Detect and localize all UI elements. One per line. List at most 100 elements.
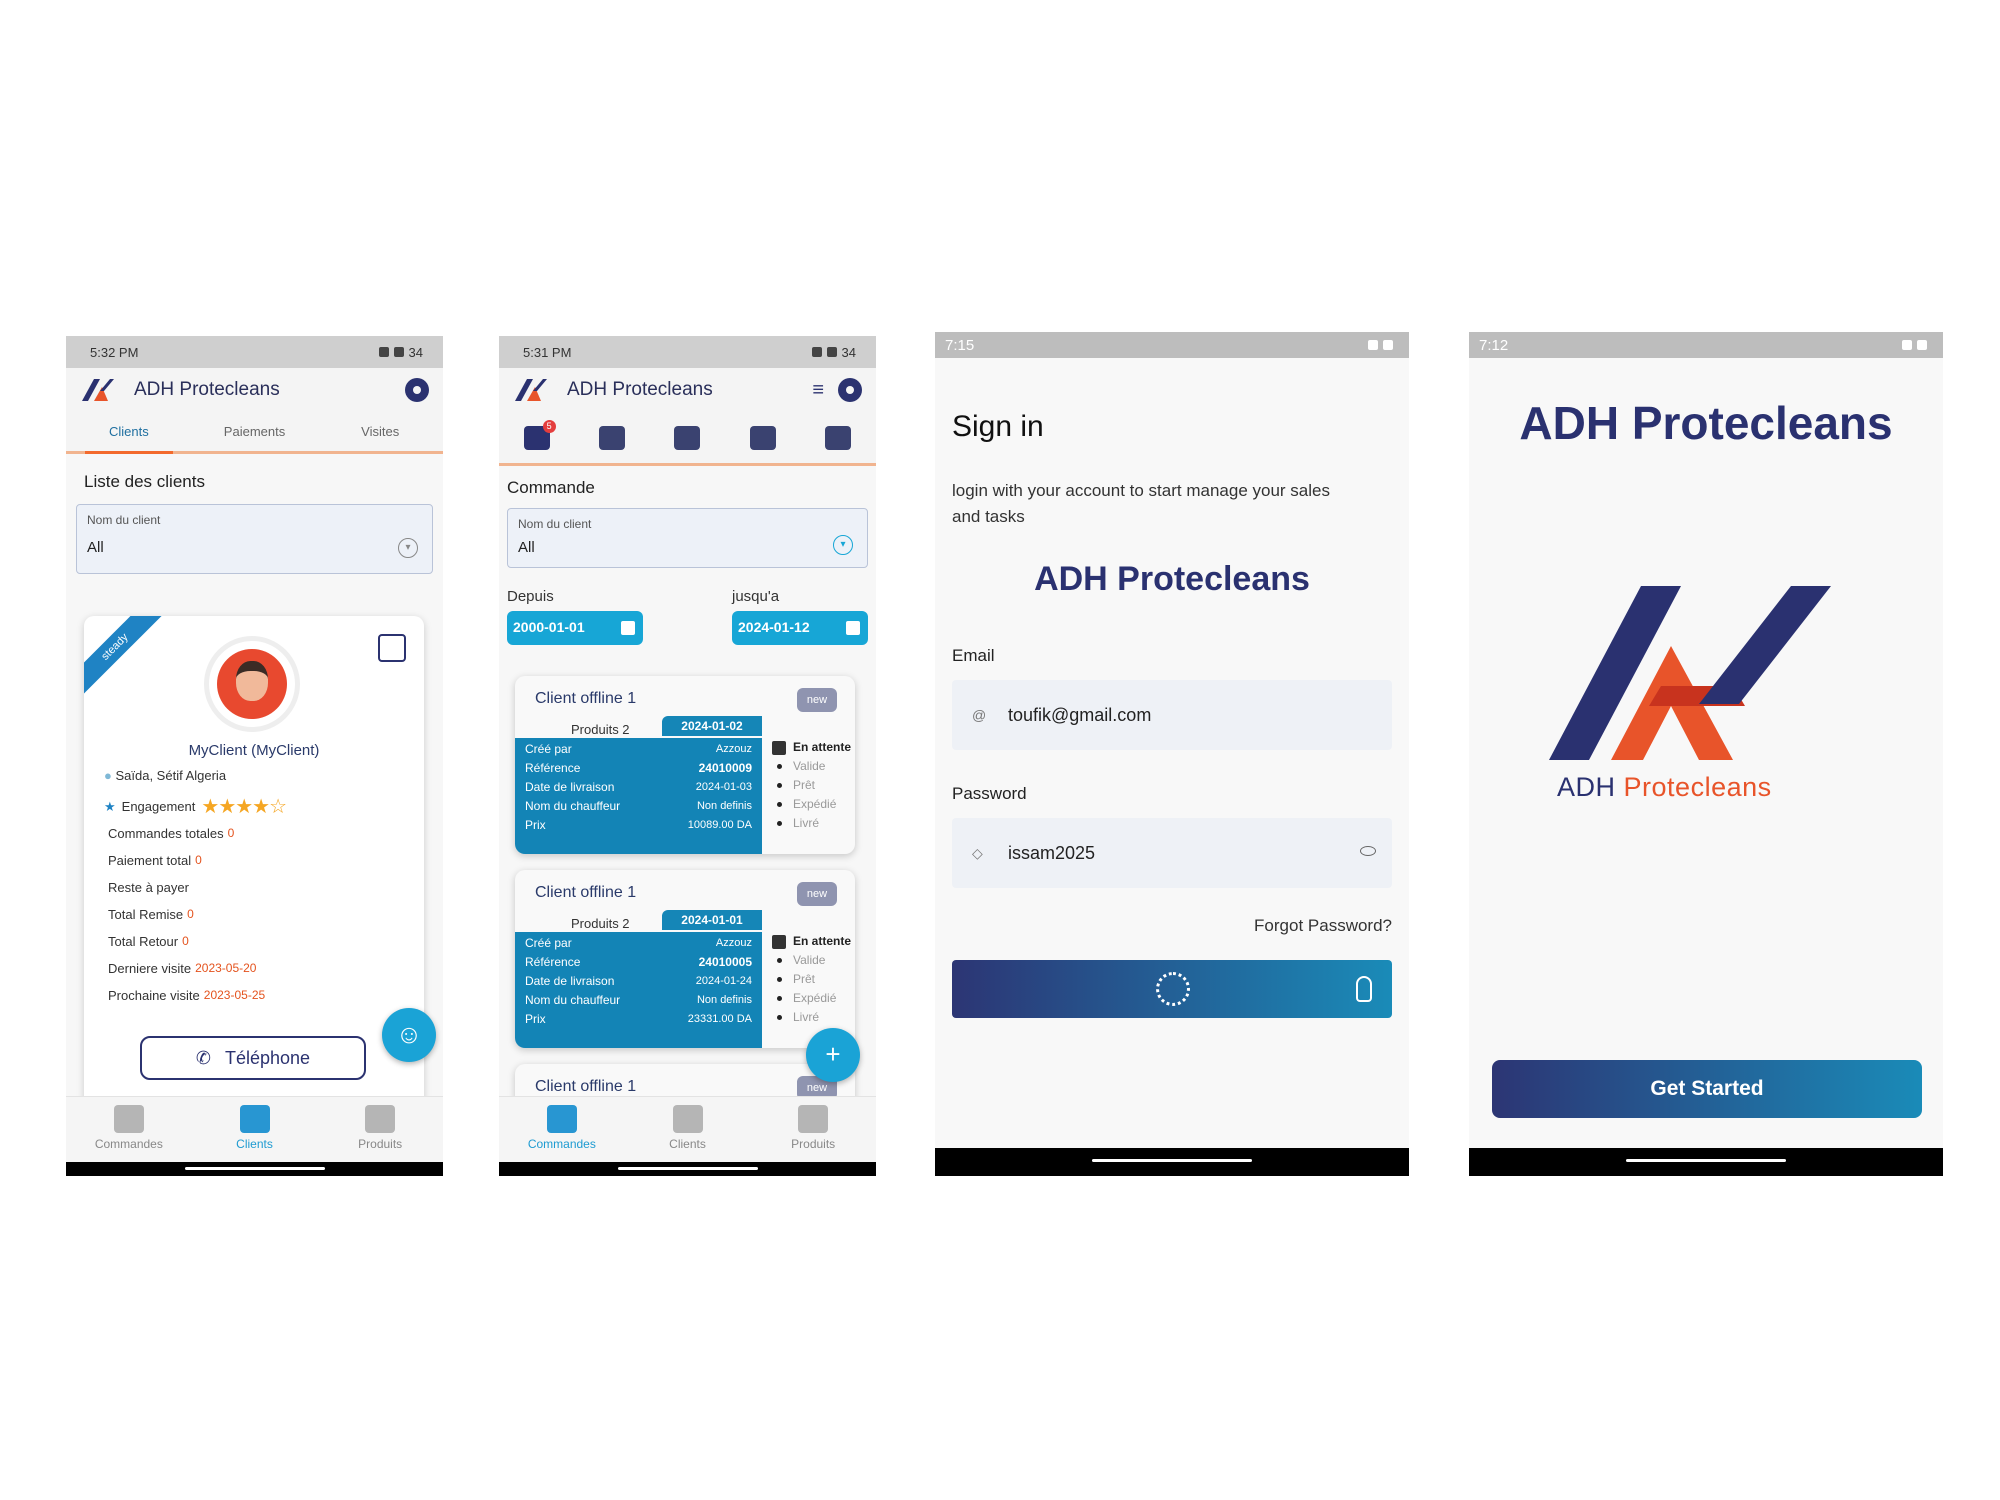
order-products-count: Produits 2	[571, 916, 630, 931]
from-date-picker[interactable]: 2000-01-01	[507, 611, 643, 645]
password-value: issam2025	[1008, 842, 1096, 863]
phone-button[interactable]: ✆ Téléphone	[140, 1036, 366, 1080]
login-button[interactable]	[952, 960, 1392, 1018]
sign-in-screen: 7:15 Sign in login with your account to …	[935, 332, 1409, 1176]
page-title: ADH Protecleans	[1519, 397, 1893, 449]
star-icon: ★	[104, 798, 116, 814]
app-bar: ADH Protecleans ≡	[499, 368, 876, 412]
order-status-badge: new	[797, 688, 837, 712]
tab-clients[interactable]: Clients	[66, 412, 192, 454]
users-icon	[672, 1105, 703, 1133]
nav-produits[interactable]: Produits	[750, 1097, 876, 1162]
order-client-name: Client offline 1	[535, 884, 637, 901]
filter-icon[interactable]: ≡	[812, 379, 824, 402]
order-client-name: Client offline 1	[535, 690, 637, 707]
settings-gear-icon[interactable]	[405, 378, 429, 402]
tab-paiements[interactable]: Paiements	[192, 412, 318, 451]
status-bar: 5:32 PM 34	[66, 336, 443, 368]
password-label: Password	[952, 784, 1027, 803]
bottom-nav: Commandes Clients Produits	[66, 1096, 443, 1162]
password-field[interactable]: ◇ issam2025	[952, 818, 1392, 888]
select-label: Nom du client	[87, 513, 161, 527]
eye-icon[interactable]	[1360, 846, 1376, 856]
email-label: Email	[952, 646, 995, 665]
add-visit-fab[interactable]: ☺	[382, 1008, 436, 1062]
client-name-select[interactable]: Nom du client All ▾	[507, 508, 868, 568]
select-label: Nom du client	[518, 517, 592, 531]
stat-row: Reste à payer	[108, 880, 189, 895]
tab-visites[interactable]: Visites	[317, 412, 443, 451]
get-started-button[interactable]: Get Started	[1492, 1060, 1922, 1118]
home-indicator	[66, 1162, 443, 1176]
page-title: Liste des clients	[84, 472, 205, 491]
app-title: ADH Protecleans	[567, 379, 713, 400]
order-products-count: Produits 2	[571, 722, 630, 737]
client-name-select[interactable]: Nom du client All ▾	[76, 504, 433, 574]
nav-produits[interactable]: Produits	[317, 1097, 443, 1162]
chevron-down-icon: ▾	[833, 535, 853, 555]
nav-clients[interactable]: Clients	[625, 1097, 751, 1162]
order-status-timeline: En attente Valide Prêt Expédié Livré	[771, 738, 851, 833]
nav-commandes[interactable]: Commandes	[499, 1097, 625, 1162]
nav-commandes[interactable]: Commandes	[66, 1097, 192, 1162]
to-label: jusqu'a	[732, 588, 780, 605]
edit-icon[interactable]	[378, 634, 406, 662]
tab-boxes-icon[interactable]	[749, 425, 776, 450]
stat-row: Derniere visite 2023-05-20	[108, 961, 257, 976]
loading-spinner-icon	[1156, 972, 1190, 1006]
at-sign-icon: @	[972, 707, 987, 723]
user-plus-icon: ☺	[395, 1019, 423, 1049]
add-order-fab[interactable]: +	[806, 1028, 860, 1082]
location-icon: ●	[104, 768, 112, 783]
tab-bar: Clients Paiements Visites	[66, 412, 443, 454]
tab-cart-icon[interactable]	[599, 425, 626, 450]
page-title: Sign in	[952, 410, 1044, 443]
order-card[interactable]: Client offline 1 new Produits 2 2024-01-…	[515, 870, 855, 1048]
page-title: Commande	[507, 478, 595, 497]
user-icon	[1356, 976, 1372, 1002]
wifi-icon	[826, 347, 837, 357]
sign-in-subtitle: login with your account to start manage …	[952, 481, 1330, 526]
avatar	[204, 636, 300, 732]
users-icon	[239, 1105, 270, 1133]
stat-row: Total Retour 0	[108, 934, 189, 949]
status-bar: 7:15	[935, 332, 1409, 358]
battery-icon	[1383, 340, 1393, 350]
order-details: Créé par Azzouz Référence 24010005 Date de…	[515, 932, 762, 1048]
select-value: All	[87, 539, 104, 556]
clients-screen: 5:32 PM 34 ADH Protecleans Clients Paiem…	[66, 336, 443, 1176]
forgot-password-link[interactable]: Forgot Password?	[1254, 916, 1392, 936]
status-time: 7:12	[1479, 336, 1509, 354]
email-field[interactable]: @ toufik@gmail.com	[952, 680, 1392, 750]
home-indicator	[935, 1148, 1409, 1176]
app-bar: ADH Protecleans	[66, 368, 443, 412]
client-card: steady MyClient (MyClient) ● Saïda, Séti…	[84, 616, 424, 1116]
order-details: Créé par Azzouz Référence 24010009 Date de…	[515, 738, 762, 854]
stat-row: Prochaine visite 2023-05-25	[108, 988, 266, 1003]
from-label: Depuis	[507, 588, 554, 605]
order-date: 2024-01-01	[662, 910, 762, 930]
signal-icon	[811, 347, 822, 357]
engagement-row: ★ Engagement ★★★★☆	[104, 796, 287, 818]
tab-presentation-icon[interactable]	[674, 425, 701, 450]
to-date-picker[interactable]: 2024-01-12	[732, 611, 868, 645]
tab-orders-icon[interactable]: 5	[523, 419, 556, 450]
status-bar: 5:31 PM 34	[499, 336, 876, 368]
order-status-badge: new	[797, 882, 837, 906]
order-card[interactable]: Client offline 1 new Produits 2 2024-01-…	[515, 676, 855, 854]
battery-icon	[1917, 340, 1927, 350]
nav-clients[interactable]: Clients	[192, 1097, 318, 1162]
status-time: 7:15	[945, 336, 975, 354]
settings-gear-icon[interactable]	[838, 378, 862, 402]
chevron-down-icon: ▾	[398, 538, 418, 558]
signal-icon	[378, 347, 389, 357]
home-indicator	[1469, 1148, 1943, 1176]
box-icon	[798, 1105, 829, 1133]
order-status-timeline: En attente Valide Prêt Expédié Livré	[771, 932, 851, 1027]
stat-row: Commandes totales 0	[108, 826, 235, 841]
status-bar: 7:12	[1469, 332, 1943, 358]
order-date: 2024-01-02	[662, 716, 762, 736]
status-ribbon: steady	[84, 616, 169, 701]
tab-wallet-icon[interactable]	[825, 425, 852, 450]
rating-stars: ★★★★☆	[201, 796, 287, 818]
